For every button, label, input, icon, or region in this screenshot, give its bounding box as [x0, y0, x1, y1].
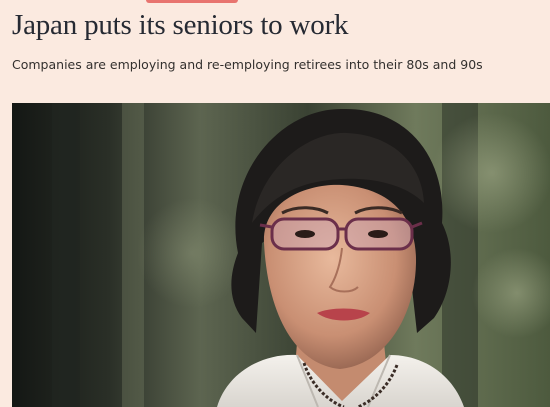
- article-standfirst: Companies are employing and re-employing…: [12, 57, 483, 72]
- section-tag[interactable]: [146, 0, 238, 3]
- article-hero-photo: [12, 103, 550, 407]
- article-headline: Japan puts its seniors to work: [12, 9, 349, 41]
